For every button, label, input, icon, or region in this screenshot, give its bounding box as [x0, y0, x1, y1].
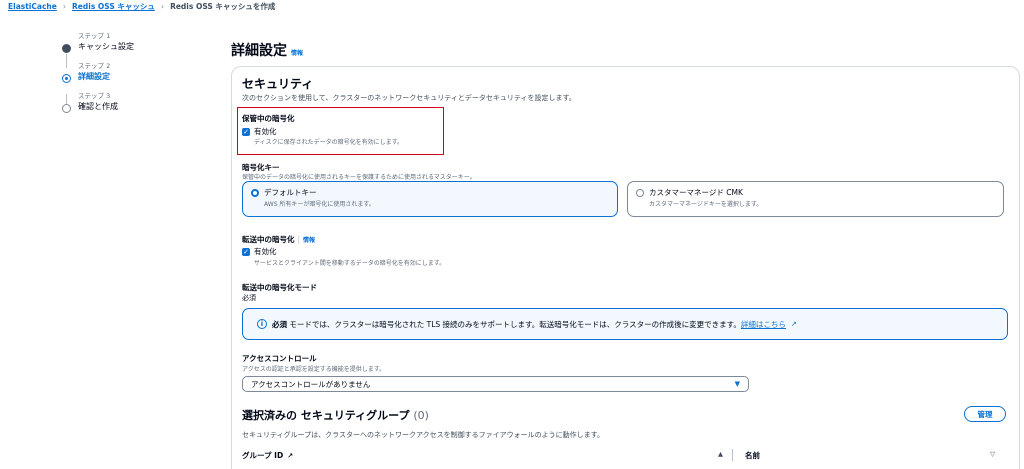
- step-current-icon: [62, 74, 71, 83]
- checkbox-label: 有効化: [254, 127, 277, 136]
- radio-selected-icon[interactable]: [251, 188, 259, 197]
- option-title: カスタマーマネージド CMK: [649, 188, 743, 197]
- select-value: アクセスコントロールがありません: [251, 379, 371, 389]
- encryption-at-rest-checkbox[interactable]: ✓ 有効化: [242, 126, 277, 137]
- step-number: ステップ 1: [78, 32, 111, 40]
- column-label: 名前: [745, 451, 760, 460]
- step-pending-icon: [62, 104, 71, 113]
- step-2: ステップ 2 詳細設定: [62, 62, 182, 83]
- security-groups-description: セキュリティグループは、クラスターへのネットワークアクセスを制御するファイアウォ…: [242, 431, 604, 439]
- info-link[interactable]: 情報: [291, 48, 303, 57]
- breadcrumb-current: Redis OSS キャッシュを作成: [170, 1, 276, 11]
- transit-mode-label: 転送中の暗号化モード: [242, 283, 317, 292]
- column-label: グループ ID: [242, 451, 284, 460]
- encryption-in-transit-label: 転送中の暗号化 | 情報: [242, 234, 315, 245]
- learn-more-link[interactable]: 詳細はこちら: [741, 320, 786, 329]
- section-title: セキュリティ: [242, 77, 314, 91]
- access-control-label: アクセスコントロール: [242, 354, 317, 363]
- breadcrumb: ElastiCache › Redis OSS キャッシュ › Redis OS…: [8, 0, 275, 12]
- option-description: カスタマーマネージドキーを選択します。: [649, 201, 763, 208]
- page-title-text: 詳細設定: [231, 43, 287, 59]
- step-number: ステップ 2: [78, 62, 111, 70]
- chevron-right-icon: ›: [62, 1, 67, 11]
- section-description: 次のセクションを使用して、クラスターのネットワークセキュリティとデータセキュリテ…: [242, 94, 576, 102]
- external-link-icon: ↗: [287, 451, 294, 460]
- option-title: デフォルトキー: [264, 188, 317, 197]
- step-done-icon: [62, 44, 71, 53]
- label-text: 転送中の暗号化: [242, 235, 295, 244]
- title-text: 選択済みの セキュリティグループ: [242, 409, 410, 422]
- option-description: AWS 所有キーが暗号化に使用されます。: [264, 201, 375, 208]
- encryption-at-rest-label: 保管中の暗号化: [242, 114, 295, 123]
- sort-icon[interactable]: ▽: [990, 450, 995, 458]
- alert-body: モードでは、クラスターは暗号化された TLS 接続のみをサポートします。転送暗号…: [287, 319, 741, 329]
- step-3: ステップ 3 確認と作成: [62, 92, 182, 113]
- checkbox-description: サービスとクライアント間を移動するデータの暗号化を有効にします。: [254, 260, 446, 267]
- key-option-default[interactable]: デフォルトキー AWS 所有キーが暗号化に使用されます。: [242, 181, 618, 217]
- access-control-select[interactable]: アクセスコントロールがありません ▼: [242, 376, 749, 392]
- security-groups-title: 選択済みの セキュリティグループ (0): [242, 407, 429, 423]
- checkmark-icon[interactable]: ✓: [242, 247, 250, 256]
- chevron-right-icon: ›: [160, 1, 165, 11]
- page-title: 詳細設定 情報: [231, 40, 303, 60]
- manage-button[interactable]: 管理: [964, 406, 1006, 422]
- radio-unselected-icon[interactable]: [636, 188, 644, 197]
- divider: |: [297, 235, 301, 244]
- info-link[interactable]: 情報: [303, 237, 315, 244]
- checkbox-description: ディスクに保存されたデータの暗号化を有効にします。: [254, 139, 403, 146]
- access-control-description: アクセスの認証と承認を設定する機能を提供します。: [242, 366, 386, 373]
- step-name: キャッシュ設定: [78, 42, 134, 51]
- breadcrumb-elasticache[interactable]: ElastiCache: [8, 2, 57, 11]
- encryption-in-transit-checkbox[interactable]: ✓ 有効化: [242, 246, 277, 257]
- column-header-group-id[interactable]: グループ ID ↗: [242, 450, 293, 461]
- step-name: 詳細設定: [78, 72, 110, 81]
- checkmark-icon[interactable]: ✓: [242, 127, 250, 136]
- external-link-icon: ↗: [790, 320, 797, 328]
- transit-mode-value: 必須: [242, 294, 256, 302]
- column-divider: [732, 449, 733, 461]
- breadcrumb-redis-caches[interactable]: Redis OSS キャッシュ: [72, 1, 155, 12]
- step-number: ステップ 3: [78, 92, 111, 100]
- key-option-cmk[interactable]: カスタマーマネージド CMK カスタマーマネージドキーを選択します。: [627, 181, 1004, 217]
- step-name: 確認と作成: [78, 102, 118, 111]
- wizard-steps: ステップ 1 キャッシュ設定 ステップ 2 詳細設定 ステップ 3 確認と作成: [62, 32, 182, 122]
- alert-bold: 必須: [272, 319, 287, 329]
- step-1[interactable]: ステップ 1 キャッシュ設定: [62, 32, 182, 53]
- checkbox-label: 有効化: [254, 247, 277, 256]
- alert-text: 必須 モードでは、クラスターは暗号化された TLS 接続のみをサポートします。転…: [272, 319, 786, 330]
- column-header-name[interactable]: 名前: [745, 450, 760, 461]
- caret-down-icon: ▼: [734, 380, 740, 388]
- count: (0): [413, 409, 429, 422]
- info-alert: i 必須 モードでは、クラスターは暗号化された TLS 接続のみをサポートします…: [242, 308, 1008, 340]
- encryption-key-description: 保管中のデータの暗号化に使用されるキーを保護するために使用されるマスターキー。: [242, 174, 476, 181]
- sort-ascending-icon[interactable]: ▲: [718, 450, 723, 458]
- info-icon: i: [257, 319, 267, 329]
